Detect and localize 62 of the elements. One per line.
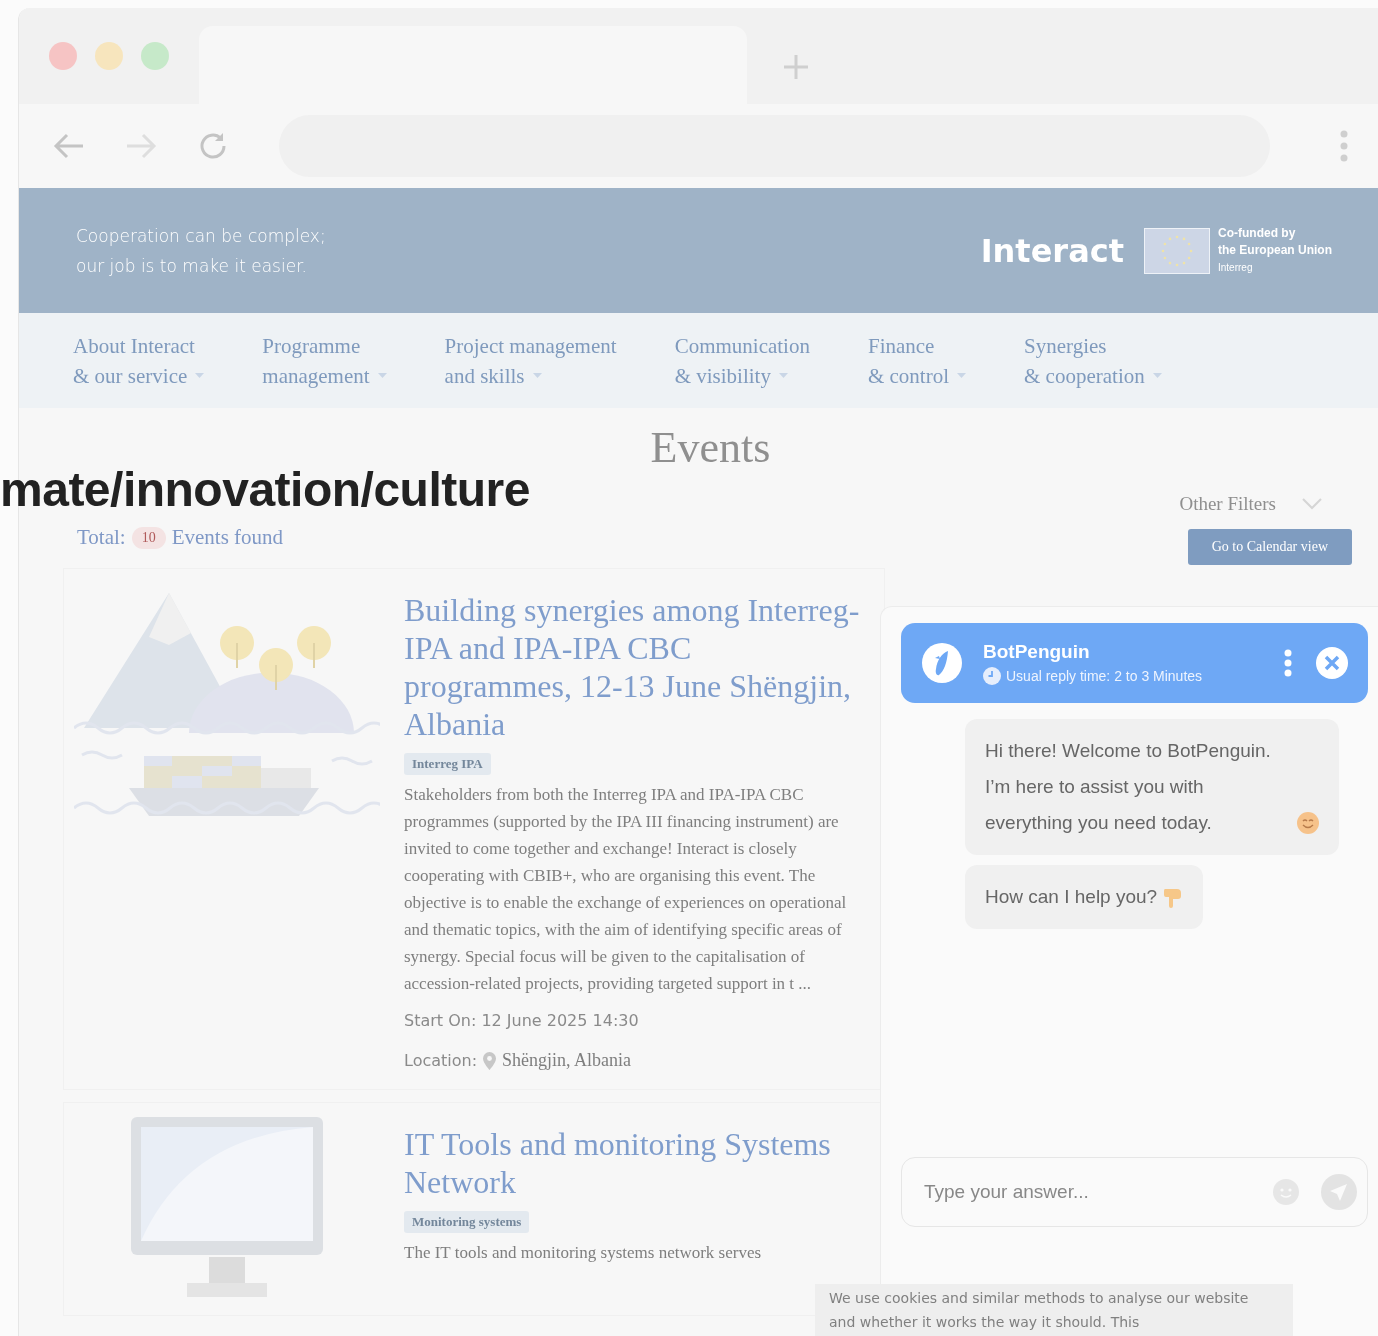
back-arrow-icon[interactable]	[53, 132, 85, 160]
nav-link[interactable]: Communication	[674, 330, 810, 361]
bird-avatar-icon	[921, 642, 963, 684]
cookie-notice: We use cookies and similar methods to analyse our website and whether it works the way it should. This	[815, 1284, 1293, 1336]
more-options-icon[interactable]	[1284, 649, 1292, 677]
event-tag: Interreg IPA	[404, 753, 491, 775]
page-title: Events	[649, 422, 772, 473]
maximize-window-icon[interactable]	[141, 42, 169, 70]
nav-link[interactable]: Programme	[262, 330, 387, 361]
event-description: The IT tools and monitoring systems network serves	[404, 1242, 763, 1264]
message-input[interactable]: Type your answer...	[922, 1180, 1251, 1204]
message-text: Hi there! Welcome to BotPenguin. I’m here to assist you with everything you need today.	[985, 739, 1272, 835]
close-window-icon[interactable]	[49, 42, 77, 70]
nav-link[interactable]: & visibility	[674, 360, 771, 391]
tagline-text: Cooperation can be complex;	[76, 224, 326, 248]
smiling-face-icon	[1297, 812, 1319, 834]
logo-text[interactable]: Interact	[980, 231, 1124, 270]
funding-subtext: Interreg	[1218, 261, 1254, 275]
event-description: Stakeholders from both the Interreg IPA and IPA-IPA CBC programmes (supported by the IPA III financing instrument) are invited to come together and exchange! Interact is closely cooperating with CBIB+, who are organising this event. The objective is to enable the exchange of experiences on operational and thematic topics, with the aim of identifying specific areas of synergy. Special focus will be given to the capitalisation of accession-related projects, providing targeted support in t ...	[404, 784, 848, 995]
close-icon[interactable]	[1316, 647, 1348, 679]
event-title[interactable]: Building synergies among Interreg-IPA and IPA-IPA CBC programmes, 12-13 June Shëngjin, Albania	[404, 591, 864, 743]
event-tag: Monitoring systems	[404, 1211, 530, 1233]
message-text: How can I help you?	[985, 885, 1158, 909]
minimize-window-icon[interactable]	[95, 42, 123, 70]
nav-link[interactable]: and skills	[444, 360, 525, 391]
bot-name: BotPenguin	[983, 641, 1091, 663]
total-suffix: Events found	[171, 525, 284, 550]
pointing-hand-icon	[1163, 886, 1184, 908]
location-label: Location:	[404, 1051, 478, 1070]
event-title[interactable]: IT Tools and monitoring Systems Network	[404, 1125, 864, 1201]
nav-link[interactable]: Synergies	[1024, 330, 1162, 361]
tagline-text: our job is to make it easier.	[76, 254, 308, 278]
reply-time-text: Usual reply time: 2 to 3 Minutes	[1006, 668, 1203, 684]
nav-link[interactable]: & our service	[73, 360, 188, 391]
plus-icon[interactable]	[781, 52, 811, 82]
nav-link[interactable]: management	[262, 360, 370, 391]
nav-link[interactable]: & cooperation	[1024, 360, 1145, 391]
more-options-icon[interactable]	[1340, 130, 1348, 162]
caret-down-icon	[778, 372, 788, 379]
caret-down-icon	[532, 372, 542, 379]
caret-down-icon	[957, 372, 967, 379]
eu-flag-icon	[1144, 227, 1210, 274]
chevron-down-icon	[1302, 498, 1322, 510]
filter-dropdown-label[interactable]: Other Filters	[1179, 493, 1276, 515]
count-badge: 10	[131, 526, 166, 549]
nav-link[interactable]: Finance	[867, 330, 967, 361]
total-label: Total:	[77, 525, 126, 550]
caret-down-icon	[1152, 372, 1162, 379]
nav-link[interactable]: & control	[867, 360, 950, 391]
funding-text: Co-funded by	[1218, 225, 1297, 242]
nav-link[interactable]: About Interact	[73, 330, 205, 361]
forward-arrow-icon[interactable]	[125, 132, 157, 160]
event-start: Start On: 12 June 2025 14:30	[404, 1011, 640, 1030]
calendar-view-button[interactable]: Go to Calendar view	[1187, 529, 1352, 565]
location-text: Shëngjin, Albania	[502, 1050, 632, 1071]
overlay-heading: mate/innovation/culture	[0, 462, 530, 517]
funding-text: the European Union	[1218, 242, 1332, 259]
nav-link[interactable]: Project management	[444, 330, 617, 361]
clock-icon	[983, 667, 1001, 685]
location-pin-icon	[483, 1051, 497, 1070]
caret-down-icon	[377, 372, 387, 379]
caret-down-icon	[195, 372, 205, 379]
